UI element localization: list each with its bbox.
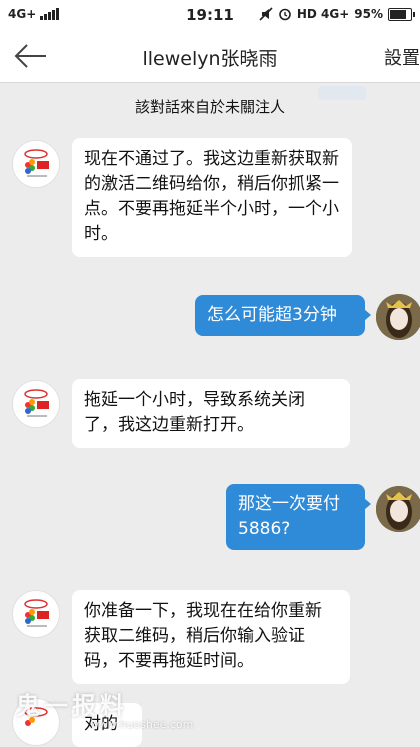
brand-logo-icon [24, 599, 49, 627]
user-photo-icon [376, 294, 420, 340]
mute-icon [259, 7, 273, 21]
signal-icon [40, 8, 60, 20]
battery-icon [388, 7, 415, 21]
message-bubble-incoming: 现在不通过了。我这边重新获取新的激活二维码给你，稍后你抓紧一点。不要再拖延半个小… [72, 138, 352, 257]
user-photo-icon [376, 486, 420, 532]
watermark: 鬼一报料 [16, 692, 128, 720]
message-bubble-outgoing: 怎么可能超3分钟 [195, 295, 371, 336]
chat-header: llewelyn张晓雨 設置 [0, 30, 420, 83]
settings-button[interactable]: 設置 [384, 44, 420, 70]
brand-logo-icon [24, 389, 49, 417]
battery-percent: 95% [354, 7, 383, 21]
contact-avatar[interactable] [12, 590, 60, 638]
status-right: HD 4G+ 95% [259, 7, 415, 21]
my-avatar[interactable] [376, 294, 420, 340]
back-button[interactable] [12, 40, 52, 72]
alarm-icon [279, 8, 291, 21]
network-hd-label: HD 4G+ [296, 7, 350, 21]
my-avatar[interactable] [376, 486, 420, 532]
status-left: 4G+ [8, 7, 60, 21]
unfollowed-notice: 該對話來自於未關注人 [134, 98, 285, 116]
status-bar: 4G+ 19:11 HD 4G+ 95% [0, 0, 420, 30]
back-arrow-icon [14, 44, 46, 68]
message-bubble-outgoing: 那这一次要付5886? [226, 484, 371, 550]
message-bubble-incoming: 你准备一下，我现在在给你重新获取二维码，稍后你输入验证码，不要再拖延时间。 [72, 590, 350, 684]
watermark-url: www.huoshee.com [90, 718, 194, 731]
brand-logo-icon [24, 149, 49, 177]
chat-title: llewelyn张晓雨 [142, 48, 278, 70]
network-label: 4G+ [8, 7, 37, 21]
contact-avatar[interactable] [12, 140, 60, 188]
message-bubble-incoming: 拖延一个小时，导致系统关闭了，我这边重新打开。 [72, 379, 350, 448]
contact-avatar[interactable] [12, 380, 60, 428]
